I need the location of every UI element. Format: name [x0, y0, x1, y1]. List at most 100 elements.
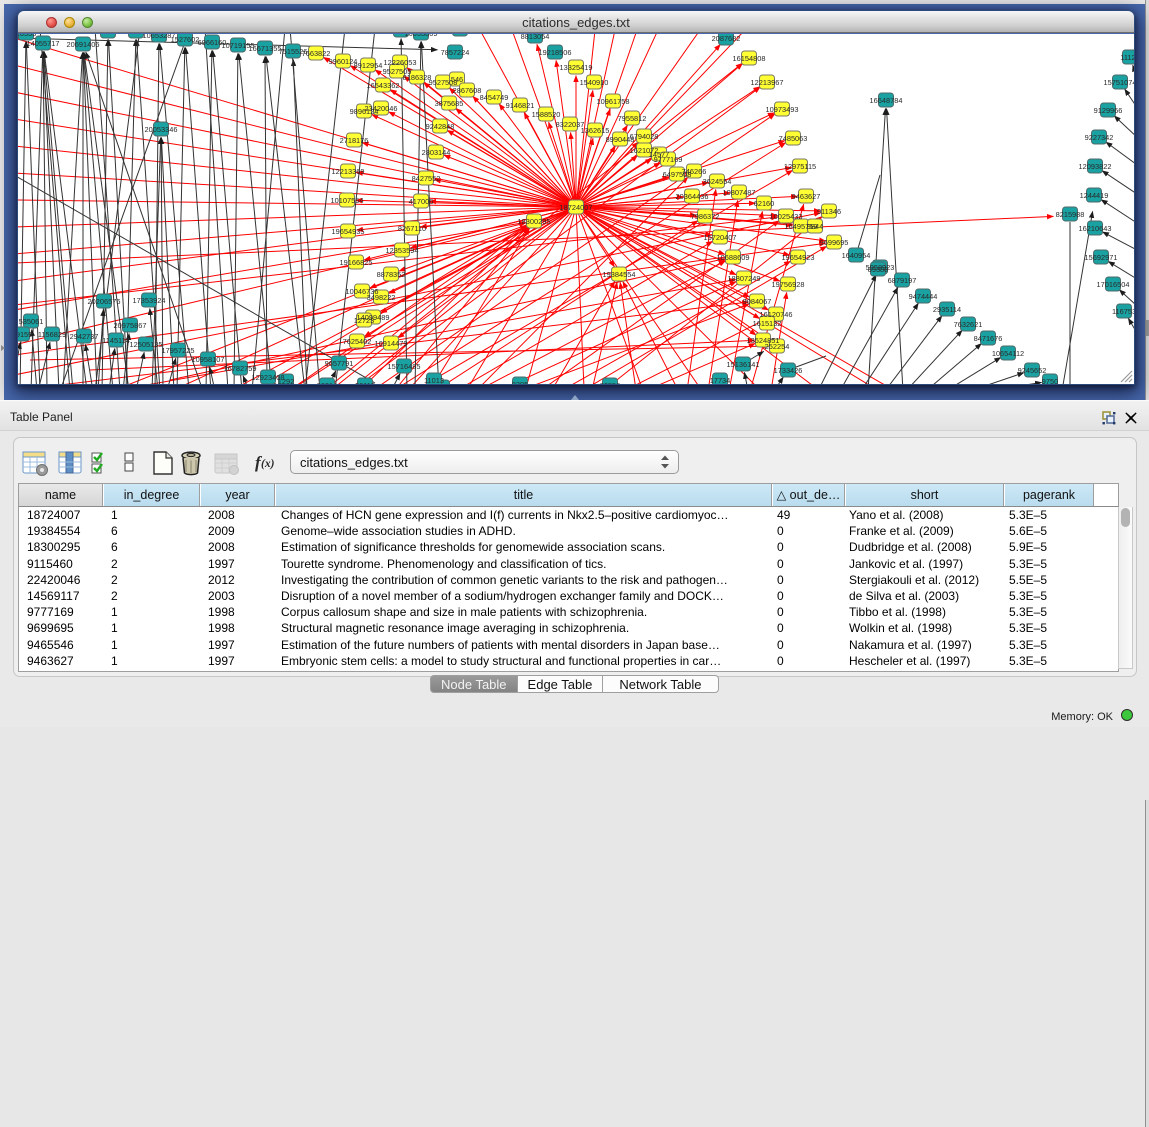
- svg-text:8878352: 8878352: [377, 270, 406, 279]
- svg-text:10807487: 10807487: [723, 188, 756, 197]
- svg-text:2718176: 2718176: [340, 136, 369, 145]
- svg-text:19218506: 19218506: [539, 48, 572, 57]
- svg-text:18724007: 18724007: [560, 203, 593, 212]
- svg-text:9657791: 9657791: [325, 359, 354, 368]
- svg-text:10961758: 10961758: [597, 97, 630, 106]
- svg-text:1362615: 1362615: [581, 126, 610, 135]
- svg-text:15692971: 15692971: [1085, 253, 1118, 262]
- svg-text:9242848: 9242848: [426, 122, 455, 131]
- svg-text:16543362: 16543362: [367, 81, 400, 90]
- svg-text:20053346: 20053346: [145, 125, 178, 134]
- svg-text:10107554: 10107554: [331, 196, 364, 205]
- svg-text:12093822: 12093822: [1079, 162, 1112, 171]
- svg-text:8215988: 8215988: [1056, 210, 1085, 219]
- svg-text:16648784: 16648784: [870, 96, 903, 105]
- svg-text:9245652: 9245652: [1018, 366, 1047, 375]
- svg-text:10654112: 10654112: [992, 349, 1024, 358]
- svg-text:9777169: 9777169: [654, 155, 683, 164]
- svg-text:9474444: 9474444: [909, 292, 938, 301]
- svg-text:16782759: 16782759: [224, 364, 257, 373]
- svg-text:16671355: 16671355: [249, 44, 282, 53]
- svg-text:9896124: 9896124: [350, 107, 379, 116]
- svg-text:7986372: 7986372: [691, 212, 720, 221]
- svg-text:12226053: 12226053: [384, 58, 417, 67]
- svg-text:1292: 1292: [278, 377, 294, 384]
- svg-text:11013: 11013: [424, 376, 444, 384]
- svg-text:19654935: 19654935: [332, 227, 365, 236]
- svg-text:546: 546: [451, 75, 463, 84]
- svg-text:2087682: 2087682: [712, 34, 741, 43]
- svg-text:8427552: 8427552: [412, 174, 441, 183]
- svg-text:9750: 9750: [1042, 377, 1058, 384]
- svg-text:96014: 96014: [317, 381, 338, 384]
- svg-text:17734: 17734: [710, 376, 731, 384]
- svg-text:12213369: 12213369: [332, 167, 365, 176]
- svg-text:20364436: 20364436: [676, 192, 709, 201]
- svg-text:6879197: 6879197: [888, 276, 917, 285]
- svg-text:1733426: 1733426: [774, 366, 803, 375]
- svg-text:7857224: 7857224: [441, 48, 470, 57]
- svg-text:20113: 20113: [355, 381, 375, 384]
- svg-text:10688609: 10688609: [717, 253, 750, 262]
- svg-text:2867608: 2867608: [453, 86, 482, 95]
- svg-text:39159: 39159: [18, 330, 32, 339]
- svg-text:1527602: 1527602: [171, 35, 200, 44]
- svg-text:16914479: 16914479: [375, 339, 408, 348]
- svg-text:252254: 252254: [765, 342, 790, 351]
- svg-text:2942737: 2942737: [70, 332, 99, 341]
- svg-text:12213967: 12213967: [751, 78, 784, 87]
- svg-text:14055717: 14055717: [27, 39, 60, 48]
- svg-text:116753: 116753: [1112, 307, 1134, 316]
- svg-text:17353924: 17353924: [133, 296, 166, 305]
- svg-text:20691406: 20691406: [67, 40, 100, 49]
- svg-text:89388: 89388: [868, 265, 889, 274]
- svg-text:8813054: 8813054: [521, 34, 550, 41]
- svg-text:7955812: 7955812: [618, 114, 647, 123]
- svg-text:15136141: 15136141: [727, 360, 760, 369]
- svg-text:7632621: 7632621: [954, 320, 983, 329]
- svg-text:1640954: 1640954: [842, 251, 871, 260]
- svg-text:6794028: 6794028: [630, 132, 659, 141]
- svg-text:8454749: 8454749: [480, 93, 509, 102]
- svg-text:12353594: 12353594: [386, 246, 419, 255]
- svg-text:17957225: 17957225: [162, 346, 195, 355]
- svg-text:19756928: 19756928: [772, 280, 805, 289]
- svg-text:12723: 12723: [354, 316, 375, 325]
- svg-text:(x): (x): [261, 458, 275, 470]
- svg-text:7625402: 7625402: [343, 337, 372, 346]
- svg-text:8267110: 8267110: [398, 224, 426, 233]
- svg-text:20556: 20556: [600, 381, 621, 384]
- svg-text:9699695: 9699695: [820, 238, 849, 247]
- svg-text:16033809: 16033809: [405, 34, 438, 38]
- svg-text:8395: 8395: [512, 380, 528, 384]
- svg-text:3498222: 3498222: [367, 293, 396, 302]
- svg-text:3624554: 3624554: [703, 177, 732, 186]
- svg-text:15716485: 15716485: [388, 362, 421, 371]
- svg-text:20975867: 20975867: [114, 321, 147, 330]
- svg-text:15751074: 15751074: [1104, 78, 1134, 87]
- svg-text:8471676: 8471676: [974, 334, 1003, 343]
- svg-text:6497508: 6497508: [663, 170, 692, 179]
- svg-text:10973493: 10973493: [766, 105, 799, 114]
- svg-text:9146821: 9146821: [506, 101, 535, 110]
- svg-text:9084067: 9084067: [743, 297, 772, 306]
- svg-text:18300295: 18300295: [518, 217, 551, 226]
- svg-text:62160: 62160: [754, 199, 775, 208]
- svg-text:10958107: 10958107: [192, 355, 225, 364]
- svg-text:19384554: 19384554: [603, 270, 636, 279]
- svg-text:19166825: 19166825: [340, 258, 373, 267]
- svg-text:1244419: 1244419: [1080, 191, 1109, 200]
- svg-text:20206576: 20206576: [88, 297, 121, 306]
- svg-text:11123: 11123: [1120, 53, 1134, 62]
- svg-text:8912954: 8912954: [354, 61, 383, 70]
- svg-text:8186328: 8186328: [403, 73, 432, 82]
- svg-text:1588520: 1588520: [532, 110, 561, 119]
- svg-text:9844: 9844: [807, 222, 823, 231]
- svg-text:13325419: 13325419: [560, 63, 593, 72]
- svg-text:1156829: 1156829: [38, 330, 66, 339]
- svg-text:7485063: 7485063: [779, 134, 808, 143]
- svg-text:19654923: 19654923: [782, 253, 815, 262]
- svg-text:417006: 417006: [409, 197, 434, 206]
- svg-text:9129966: 9129966: [1094, 106, 1123, 115]
- svg-text:10025433: 10025433: [770, 212, 803, 221]
